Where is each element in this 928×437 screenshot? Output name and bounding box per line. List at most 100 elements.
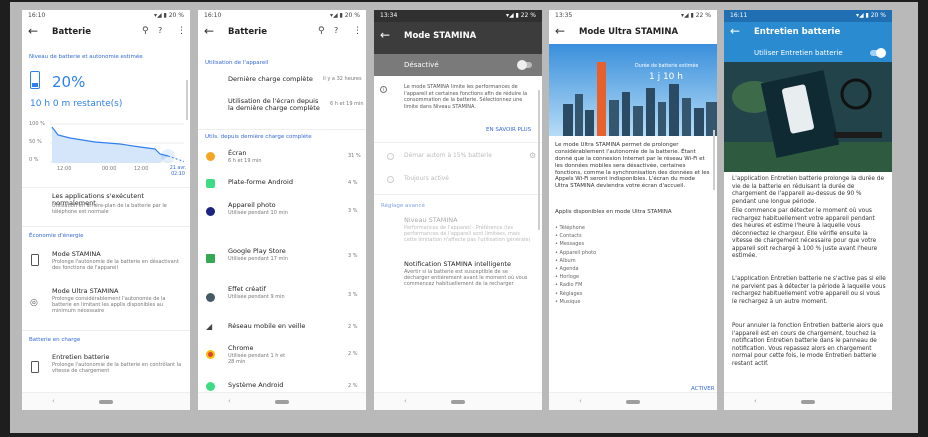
back-arrow-icon[interactable]: ←	[555, 24, 565, 38]
nav-back-icon[interactable]: ‹	[404, 397, 407, 405]
nav-back-icon[interactable]: ‹	[754, 397, 757, 405]
status-time: 13:35	[555, 12, 573, 19]
nav-home-pill[interactable]	[451, 400, 465, 404]
app-name[interactable]: Appareil photo	[228, 201, 276, 209]
available-app-label: Radio FM	[559, 282, 583, 289]
nav-bar: ‹	[198, 392, 366, 410]
page-title: Entretien batterie	[754, 27, 841, 37]
nav-bar: ‹	[22, 392, 190, 410]
app-name[interactable]: Effet créatif	[228, 285, 266, 293]
app-name[interactable]: Chrome	[228, 344, 254, 352]
level-title[interactable]: Niveau STAMINA	[404, 216, 458, 224]
toggle-knob	[517, 60, 527, 70]
back-arrow-icon[interactable]: ←	[730, 24, 740, 38]
nav-home-pill[interactable]	[99, 400, 113, 404]
screen-battery-care: 16:11 ▾◢ ▮ 20 % ← Entretien batterie Util…	[724, 10, 892, 410]
available-app-label: Contacts	[559, 233, 582, 240]
care-paragraph-1: L'application Entretien batterie prolong…	[732, 176, 885, 205]
app-name[interactable]: Google Play Store	[228, 247, 286, 255]
toggle-label: Désactivé	[404, 61, 439, 69]
battery-stamina-icon	[31, 254, 39, 266]
available-app-item: • Radio FM	[555, 281, 596, 289]
page-title: Mode STAMINA	[404, 31, 477, 41]
back-arrow-icon[interactable]: ←	[380, 28, 390, 42]
status-time: 16:11	[730, 12, 748, 19]
nav-back-icon[interactable]: ‹	[52, 397, 55, 405]
available-app-item: • Appareil photo	[555, 249, 596, 257]
page-title: Mode Ultra STAMINA	[579, 27, 679, 37]
ultra-stamina-title[interactable]: Mode Ultra STAMINA	[52, 287, 118, 295]
app-sub: Utilisée pendant 17 min	[228, 256, 288, 262]
available-app-label: Musique	[559, 298, 581, 305]
battery-icon	[30, 71, 40, 89]
nav-home-pill[interactable]	[275, 400, 289, 404]
city-illustration	[549, 44, 717, 136]
y-tick-0: 0 %	[29, 157, 39, 163]
x-tick-end-date: 21 avr. 02:10	[169, 166, 187, 177]
entretien-title[interactable]: Entretien batterie	[52, 353, 110, 361]
status-icons: ▾◢ ▮ 22 %	[681, 12, 711, 19]
app-name[interactable]: Réseau mobile en veille	[228, 322, 305, 330]
help-icon[interactable]: ?	[158, 26, 162, 35]
available-app-label: Horloge	[559, 274, 580, 281]
nav-home-pill[interactable]	[626, 400, 640, 404]
radio-auto[interactable]	[387, 153, 394, 160]
stamina-info: Le mode STAMINA limite les performances …	[404, 84, 528, 110]
available-app-item: • Horloge	[555, 273, 596, 281]
battery-care-icon	[31, 361, 39, 373]
last-charge-label: Dernière charge complète	[228, 75, 313, 83]
stamina-title[interactable]: Mode STAMINA	[52, 250, 101, 258]
more-options-icon[interactable]: ⋮	[177, 26, 186, 36]
back-arrow-icon[interactable]: ←	[28, 24, 38, 38]
android-icon	[206, 179, 215, 188]
app-sub: Utilisée pendant 9 min	[228, 294, 285, 300]
available-app-label: Appareil photo	[559, 249, 597, 256]
available-app-item: • Contacts	[555, 232, 596, 240]
notif-title[interactable]: Notification STAMINA intelligente	[404, 260, 511, 268]
brightness-icon	[206, 152, 215, 161]
screen-battery: 16:10 ▾◢ ▮ 20 % ← Batterie ⚲ ? ⋮ Niveau d…	[22, 10, 190, 410]
page-title: Batterie	[52, 27, 91, 37]
signal-icon: ◢	[206, 322, 213, 331]
divider	[374, 194, 542, 195]
help-icon[interactable]: ?	[334, 26, 338, 35]
nav-back-icon[interactable]: ‹	[228, 397, 231, 405]
scrollbar[interactable]	[538, 90, 540, 230]
y-tick-50: 50 %	[29, 139, 42, 145]
app-name[interactable]: Plate-forme Android	[228, 178, 293, 186]
status-icons: ▾◢ ▮ 20 %	[856, 12, 886, 19]
scrollbar[interactable]	[186, 80, 188, 120]
search-icon[interactable]: ⚲	[142, 26, 149, 36]
care-toggle-bar[interactable]: Utiliser Entretien batterie	[724, 44, 892, 62]
learn-more-link[interactable]: EN SAVOIR PLUS	[486, 127, 531, 133]
nav-back-icon[interactable]: ‹	[579, 397, 582, 405]
nav-bar: ‹	[724, 392, 892, 410]
last-charge-value: il y a 32 heures	[323, 76, 362, 82]
nav-home-pill[interactable]	[801, 400, 815, 404]
remaining-time: 10 h 0 m restante(s)	[30, 99, 123, 109]
settings-gear-icon[interactable]: ⚙	[529, 151, 536, 160]
section-header-level: Niveau de batterie et autonomie estimée	[29, 54, 143, 60]
scrollbar[interactable]	[713, 130, 715, 190]
back-arrow-icon[interactable]: ←	[204, 24, 214, 38]
status-time: 13:34	[380, 12, 398, 19]
app-name[interactable]: Écran	[228, 149, 246, 157]
tower	[597, 62, 606, 136]
stamina-toggle-bar[interactable]: Désactivé	[374, 54, 542, 76]
app-pct: 31 %	[348, 153, 361, 159]
status-icons: ▾◢ ▮ 20 %	[154, 12, 184, 19]
divider	[22, 187, 190, 188]
screen-battery-usage: 16:10 ▾◢ ▮ 20 % ← Batterie ⚲ ? ⋮ Utilisat…	[198, 10, 366, 410]
entretien-sub: Prolonge l'autonomie de la batterie en c…	[52, 362, 182, 374]
search-icon[interactable]: ⚲	[318, 26, 325, 36]
screen-stamina: 13:34 ▾◢ ▮ 22 % ← Mode STAMINA Désactivé …	[374, 10, 542, 410]
available-app-label: Agenda	[559, 266, 579, 273]
section-header-device: Utilisation de l'appareil	[205, 60, 269, 66]
divider	[22, 226, 190, 227]
more-options-icon[interactable]: ⋮	[353, 26, 362, 36]
stamina-sub: Prolonge l'autonomie de la batterie en d…	[52, 259, 179, 271]
status-icons: ▾◢ ▮ 22 %	[506, 12, 536, 19]
app-name[interactable]: Système Android	[228, 381, 283, 389]
care-paragraph-2: Elle commence par détecter le moment où …	[732, 208, 878, 260]
radio-always[interactable]	[387, 176, 394, 183]
